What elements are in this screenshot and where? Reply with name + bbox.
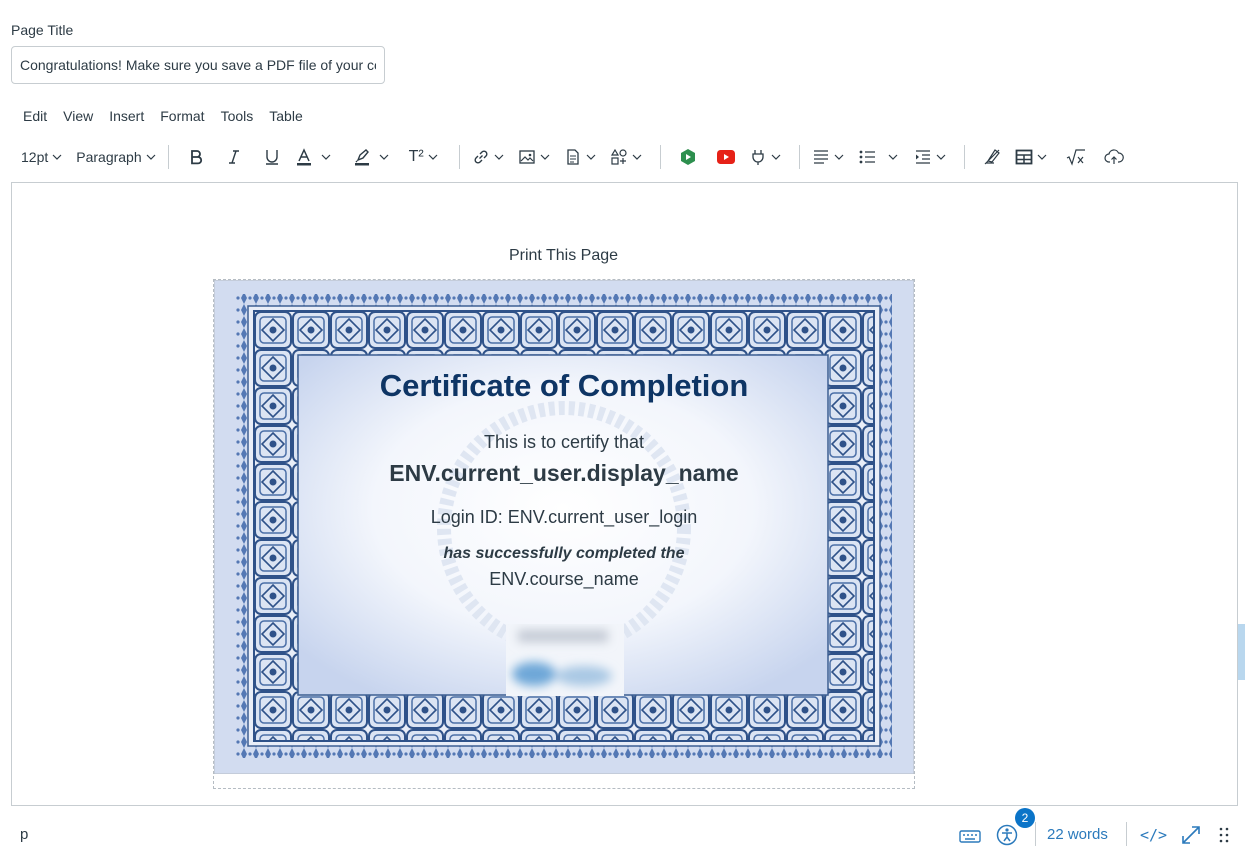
highlight-icon — [354, 149, 369, 166]
toolbar-separator — [963, 145, 965, 169]
accessibility-issue-badge: 2 — [1015, 808, 1035, 828]
block-format-dropdown[interactable]: Paragraph — [72, 142, 159, 172]
align-button[interactable] — [808, 142, 854, 172]
keyboard-icon — [959, 830, 981, 843]
toolbar-separator — [458, 145, 460, 169]
statusbar-separator — [1035, 822, 1036, 846]
italic-button[interactable] — [215, 142, 253, 172]
html-editor-toggle[interactable]: </> — [1140, 822, 1167, 848]
chevron-down-icon — [379, 154, 389, 160]
document-icon — [566, 149, 579, 165]
fullscreen-icon — [1182, 826, 1200, 844]
chevron-down-icon — [428, 154, 438, 160]
link-button[interactable] — [468, 142, 514, 172]
bullet-list-icon — [859, 150, 875, 164]
cloud-upload-button[interactable] — [1095, 142, 1133, 172]
chevron-down-icon — [936, 154, 946, 160]
certificate-image[interactable]: Certificate of Completion This is to cer… — [213, 279, 915, 789]
side-panel-tab[interactable] — [1238, 624, 1245, 680]
underline-button[interactable] — [253, 142, 291, 172]
align-icon — [813, 150, 828, 164]
indent-icon — [915, 150, 930, 164]
toolbar-separator — [798, 145, 800, 169]
block-format-value: Paragraph — [76, 149, 142, 165]
plugin-icon — [751, 150, 764, 165]
certificate-title: Certificate of Completion — [379, 368, 749, 403]
cloud-upload-icon — [1104, 149, 1124, 164]
bold-button[interactable] — [177, 142, 215, 172]
certificate-certify-text: This is to certify that — [483, 432, 645, 452]
menu-format[interactable]: Format — [152, 108, 212, 128]
element-path[interactable]: p — [20, 826, 28, 843]
certificate-completed-text: has successfully completed the — [443, 545, 685, 562]
italic-icon — [228, 150, 239, 164]
text-color-icon — [296, 148, 311, 166]
print-page-link[interactable]: Print This Page — [12, 247, 1115, 265]
table-button[interactable] — [1011, 142, 1057, 172]
certificate-user-name: ENV.current_user.display_name — [389, 460, 739, 486]
highlight-button[interactable] — [349, 142, 405, 172]
page-title-input[interactable] — [11, 46, 385, 84]
chevron-down-icon — [494, 154, 504, 160]
certificate-course-name: ENV.course_name — [489, 569, 639, 589]
accessibility-checker-button[interactable] — [996, 822, 1018, 848]
table-icon — [1015, 149, 1033, 165]
chevron-down-icon — [146, 154, 156, 160]
font-size-dropdown[interactable]: 12pt — [17, 142, 66, 172]
font-size-value: 12pt — [21, 149, 49, 165]
superscript-icon: T² — [408, 148, 424, 165]
chevron-down-icon — [1037, 154, 1047, 160]
clear-format-button[interactable] — [973, 142, 1011, 172]
fullscreen-button[interactable] — [1180, 822, 1202, 848]
apps-button[interactable] — [606, 142, 652, 172]
chevron-down-icon — [632, 154, 642, 160]
chevron-down-icon — [771, 154, 781, 160]
chevron-down-icon — [888, 154, 898, 160]
chevron-down-icon — [52, 154, 62, 160]
rich-content-editor[interactable]: Print This Page Certificate of Completio… — [11, 182, 1238, 806]
clear-format-icon — [984, 149, 1000, 165]
equation-button[interactable] — [1057, 142, 1095, 172]
chevron-down-icon — [321, 154, 331, 160]
indent-button[interactable] — [910, 142, 956, 172]
plugin-button[interactable] — [745, 142, 791, 172]
link-icon — [474, 150, 488, 164]
blurred-seal-image — [506, 624, 624, 696]
superscript-button[interactable]: T² — [405, 142, 451, 172]
document-button[interactable] — [560, 142, 606, 172]
chevron-down-icon — [586, 154, 596, 160]
media-plugin-button[interactable] — [669, 142, 707, 172]
accessibility-icon — [996, 824, 1018, 846]
image-button[interactable] — [514, 142, 560, 172]
apps-icon — [610, 148, 627, 165]
drag-handle-icon — [1219, 827, 1229, 843]
youtube-button[interactable] — [707, 142, 745, 172]
menu-insert[interactable]: Insert — [101, 108, 152, 128]
bold-icon — [190, 150, 202, 165]
chevron-down-icon — [540, 154, 550, 160]
resize-handle[interactable] — [1219, 822, 1229, 848]
editor-statusbar: p 22 words </> — [0, 812, 1245, 860]
image-icon — [518, 150, 535, 164]
page-title-label: Page Title — [11, 22, 74, 38]
statusbar-separator — [1126, 822, 1127, 846]
certificate-login-id: Login ID: ENV.current_user_login — [430, 507, 698, 527]
toolbar-separator — [167, 145, 169, 169]
text-color-button[interactable] — [291, 142, 343, 172]
media-plugin-icon — [680, 149, 695, 165]
menu-tools[interactable]: Tools — [213, 108, 262, 128]
chevron-down-icon — [834, 154, 844, 160]
youtube-icon — [716, 150, 735, 164]
keyboard-shortcuts-button[interactable] — [959, 822, 981, 848]
bullet-list-button[interactable] — [854, 142, 910, 172]
menu-table[interactable]: Table — [261, 108, 310, 128]
menu-view[interactable]: View — [55, 108, 101, 128]
menu-edit[interactable]: Edit — [15, 108, 55, 128]
toolbar-separator — [659, 145, 661, 169]
equation-icon — [1066, 149, 1085, 166]
underline-icon — [265, 150, 278, 165]
editor-menubar: Edit View Insert Format Tools Table — [15, 108, 311, 128]
word-count[interactable]: 22 words — [1047, 826, 1108, 843]
editor-toolbar: 12pt Paragraph T² — [17, 142, 1197, 172]
